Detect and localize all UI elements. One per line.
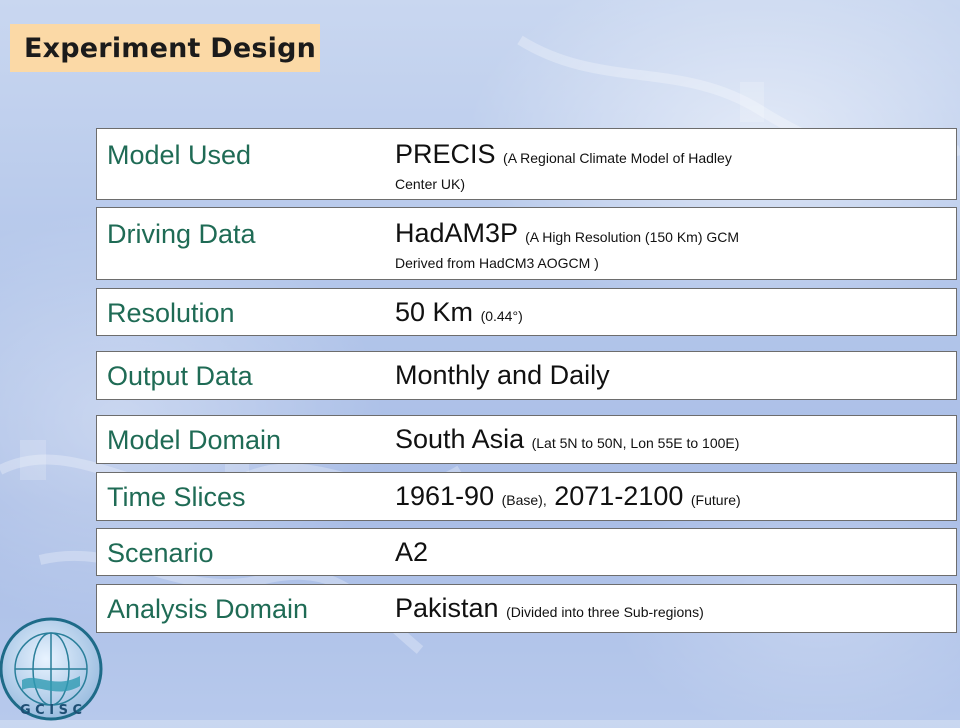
row-value-note-continued: Derived from HadCM3 AOGCM ) bbox=[395, 255, 599, 271]
row-value-note-continued: Center UK) bbox=[395, 176, 466, 192]
row-value-note: (Divided into three Sub-regions) bbox=[506, 604, 704, 620]
row-label: Time Slices bbox=[107, 482, 246, 512]
row-value-main: 50 Km bbox=[395, 297, 474, 327]
table-row-scenario: Scenario A2 bbox=[96, 528, 957, 576]
row-value-note: (A High Resolution (150 Km) GCM bbox=[525, 229, 740, 245]
row-value-main: PRECIS bbox=[395, 139, 496, 169]
row-value-main: South Asia bbox=[395, 424, 525, 454]
table-row-model-used: Model Used PRECIS (A Regional Climate Mo… bbox=[96, 128, 957, 200]
row-value: PRECIS (A Regional Climate Model of Hadl… bbox=[395, 141, 916, 193]
row-value-future: 2071-2100 bbox=[554, 481, 684, 511]
row-value: HadAM3P (A High Resolution (150 Km) GCM … bbox=[395, 220, 916, 272]
row-value: Monthly and Daily bbox=[395, 360, 916, 390]
row-label: Model Domain bbox=[107, 425, 282, 455]
table-row-model-domain: Model Domain South Asia (Lat 5N to 50N, … bbox=[96, 415, 957, 464]
row-value: 50 Km (0.44°) bbox=[395, 299, 916, 329]
row-value-base-note: (Base), bbox=[501, 492, 547, 508]
row-label: Output Data bbox=[107, 361, 253, 391]
row-label: Model Used bbox=[107, 140, 252, 170]
row-value: Pakistan (Divided into three Sub-regions… bbox=[395, 595, 946, 625]
row-label: Driving Data bbox=[107, 219, 256, 249]
row-label: Scenario bbox=[107, 538, 214, 568]
row-value-main: A2 bbox=[395, 537, 429, 567]
table-row-resolution: Resolution 50 Km (0.44°) bbox=[96, 288, 957, 336]
slide-title-box: Experiment Design bbox=[10, 24, 320, 72]
row-value-main: HadAM3P bbox=[395, 218, 518, 248]
row-value-note: (Lat 5N to 50N, Lon 55E to 100E) bbox=[531, 435, 740, 451]
table-row-output-data: Output Data Monthly and Daily bbox=[96, 351, 957, 400]
row-value-future-note: (Future) bbox=[690, 492, 741, 508]
table-row-time-slices: Time Slices 1961-90 (Base), 2071-2100 (F… bbox=[96, 472, 957, 521]
table-row-driving-data: Driving Data HadAM3P (A High Resolution … bbox=[96, 207, 957, 280]
row-value: 1961-90 (Base), 2071-2100 (Future) bbox=[395, 483, 946, 513]
slide-title: Experiment Design bbox=[24, 32, 317, 64]
row-label: Analysis Domain bbox=[107, 594, 309, 624]
row-label: Resolution bbox=[107, 298, 235, 328]
row-value-base: 1961-90 bbox=[395, 481, 495, 511]
row-value-note: (0.44°) bbox=[480, 308, 523, 324]
row-value: A2 bbox=[395, 537, 916, 567]
row-value-main: Pakistan bbox=[395, 593, 499, 623]
row-value: South Asia (Lat 5N to 50N, Lon 55E to 10… bbox=[395, 426, 946, 456]
globe-logo-icon: G C I S C bbox=[0, 617, 103, 721]
logo-lettering: G C I S C bbox=[20, 703, 82, 718]
row-value-note: (A Regional Climate Model of Hadley bbox=[503, 150, 732, 166]
table-row-analysis-domain: Analysis Domain Pakistan (Divided into t… bbox=[96, 584, 957, 633]
row-value-main: Monthly and Daily bbox=[395, 360, 610, 390]
